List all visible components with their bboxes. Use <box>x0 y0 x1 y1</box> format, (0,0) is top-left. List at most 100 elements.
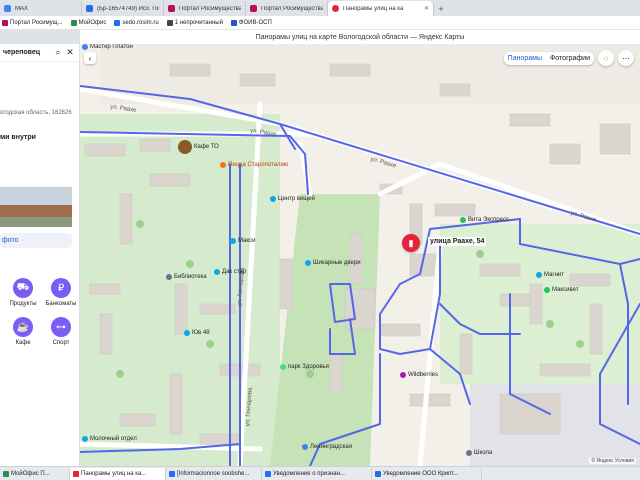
map-pin-icon <box>332 5 339 12</box>
pharmacy-icon <box>460 217 466 223</box>
bookmarks-bar: Портал Росимущ... МойОфис sedo.rosim.ru … <box>0 16 640 30</box>
browser-tab-strip: MAX (Бр-16574749) Исх. Письм Портал Роси… <box>0 0 640 16</box>
tab-letter[interactable]: (Бр-16574749) Исх. Письм <box>82 1 164 16</box>
building-photo[interactable] <box>0 187 72 227</box>
map-pin-icon[interactable]: ▮ <box>402 234 420 252</box>
tab-yandex-maps[interactable]: Панорамы улиц на ка ✕ <box>328 1 434 16</box>
ruble-icon: ₽ <box>51 278 71 298</box>
vet-icon <box>544 287 550 293</box>
poi-cafe[interactable]: Кафе ТО <box>178 140 219 154</box>
poi-maxivet[interactable]: Максивет <box>544 287 578 293</box>
taskbar-item-maps[interactable]: Панорамы улиц на ка... <box>70 467 166 480</box>
category-cafe[interactable]: ☕ Кафе <box>4 317 42 346</box>
poi-magnit[interactable]: Магнит <box>536 272 564 278</box>
menu-icon[interactable]: ⋯ <box>618 50 634 66</box>
close-icon[interactable]: ✕ <box>424 5 429 12</box>
app-icon <box>265 470 271 477</box>
food-icon <box>220 162 226 168</box>
shop-icon <box>270 196 276 202</box>
poi-wildberries[interactable]: Wildberries <box>400 372 438 378</box>
poi-school[interactable]: Школа <box>466 450 492 456</box>
page-title: Панорамы улиц на карте Вологодской облас… <box>80 30 640 44</box>
poi-maxi[interactable]: Макси <box>230 238 255 244</box>
shop-icon <box>82 436 88 442</box>
layer-switch: Панорамы Фотографии <box>503 51 594 65</box>
cafe-icon <box>178 140 192 154</box>
app-icon <box>73 470 79 477</box>
taskbar-item-info[interactable]: [Informacionnoe soobshe... <box>166 467 262 480</box>
shop-icon <box>400 372 406 378</box>
category-label: Продукты <box>9 301 37 307</box>
tab-rosim-1[interactable]: Портал Росимущества <box>164 1 246 16</box>
app-icon <box>3 470 9 477</box>
category-products[interactable]: ⛟ Продукты <box>4 278 42 307</box>
layers-icon[interactable]: ◌ <box>598 50 614 66</box>
map-copyright[interactable]: © Яндекс Условия <box>589 458 636 464</box>
photo-strip[interactable] <box>0 187 79 227</box>
tab-label: Портал Росимущества <box>261 5 323 12</box>
poi-park[interactable]: парк Здоровья <box>280 364 329 370</box>
category-sport[interactable]: ⊶ Спорт <box>42 317 79 346</box>
collapse-panel-button[interactable]: ‹ <box>84 52 96 64</box>
poi-label: Юв 48 <box>192 330 210 336</box>
taskbar-item-notice2[interactable]: Уведомление ООО Крипт... <box>372 467 482 480</box>
category-label: Кафе <box>15 340 31 346</box>
bookmark-rosim[interactable]: Портал Росимущ... <box>2 19 63 26</box>
category-label: Спорт <box>52 340 70 346</box>
pin-address-label[interactable]: улица Раахе, 54 <box>428 237 487 246</box>
photos-link[interactable]: фото <box>0 233 72 248</box>
bookmark-unread[interactable]: 1 непрочитанный <box>166 19 223 26</box>
poi-center[interactable]: Центр вещей <box>270 196 315 202</box>
poi-vita[interactable]: Вита Экспресс <box>460 217 509 223</box>
park-area <box>270 194 380 466</box>
bookmark-foiv[interactable]: ФОИВ-ОСП <box>230 19 272 26</box>
nearby-categories: ⛟ Продукты ₽ Банкоматы ☕ Кафе ⊶ Спорт <box>0 278 79 346</box>
bookmark-myoffice[interactable]: МойОфис <box>70 19 106 26</box>
cart-icon <box>536 272 542 278</box>
bookmark-label: ФОИВ-ОСП <box>238 19 272 26</box>
taskbar-item-notice1[interactable]: Уведомление о признан... <box>262 467 372 480</box>
cart-icon: ⛟ <box>13 278 33 298</box>
category-label: Банкоматы <box>45 301 77 307</box>
poi-label: Пицца Старопоталию <box>228 162 289 168</box>
taskbar-label: Уведомление ООО Крипт... <box>383 470 459 477</box>
poi-molo[interactable]: Молочный отдел <box>82 436 137 442</box>
poi-label: парк Здоровья <box>288 364 329 370</box>
taskbar-label: [Informacionnoe soobshe... <box>177 470 250 477</box>
search-box[interactable]: череповец ⌕ ✕ <box>0 44 79 62</box>
tab-rosim-2[interactable]: Портал Росимущества <box>246 1 328 16</box>
bookmark-favicon-icon <box>166 19 173 26</box>
category-atm[interactable]: ₽ Банкоматы <box>42 278 79 307</box>
map-canvas <box>80 44 640 466</box>
poi-master[interactable]: Мастер Платон <box>82 44 133 50</box>
poi-label: Макси <box>238 238 256 244</box>
poi-leningrad[interactable]: Ленинградская <box>302 444 352 450</box>
shop-icon <box>230 238 236 244</box>
map-controls: Панорамы Фотографии ◌ ⋯ <box>503 50 634 66</box>
new-tab-button[interactable]: + <box>434 1 448 16</box>
map-view[interactable]: ‹ Панорамы Фотографии ◌ ⋯ ▮ улица Раахе,… <box>80 44 640 466</box>
poi-doors[interactable]: Шикарные двери <box>305 260 361 266</box>
tab-max[interactable]: MAX <box>0 1 82 16</box>
tab-label: (Бр-16574749) Исх. Письм <box>97 5 159 12</box>
app-icon <box>375 470 381 477</box>
poi-pizza[interactable]: Пицца Старопоталию <box>220 162 288 168</box>
poi-label: Ленинградская <box>310 444 352 450</box>
taskbar-item-myoffice[interactable]: МойОфис П... <box>0 467 70 480</box>
poi-label: Мастер Платон <box>90 44 133 50</box>
search-input[interactable]: череповец <box>3 49 52 56</box>
bookmark-sedo[interactable]: sedo.rosim.ru <box>114 19 159 26</box>
poi-label: Вита Экспресс <box>468 217 509 223</box>
close-icon[interactable]: ✕ <box>64 47 76 58</box>
park-icon <box>280 364 286 370</box>
tab-label: Панорамы улиц на ка <box>343 5 404 12</box>
search-icon[interactable]: ⌕ <box>52 47 64 58</box>
bookmark-favicon-icon <box>70 19 77 26</box>
photos-toggle[interactable]: Фотографии <box>546 52 594 65</box>
poi-label: Молочный отдел <box>90 436 137 442</box>
poi-yuv[interactable]: Юв 48 <box>184 330 210 336</box>
poi-library[interactable]: Библиотека <box>166 274 207 280</box>
poi-label: Максивет <box>552 287 579 293</box>
panoramas-toggle[interactable]: Панорамы <box>504 52 546 65</box>
poi-dent[interactable]: Дак стар <box>214 269 246 275</box>
